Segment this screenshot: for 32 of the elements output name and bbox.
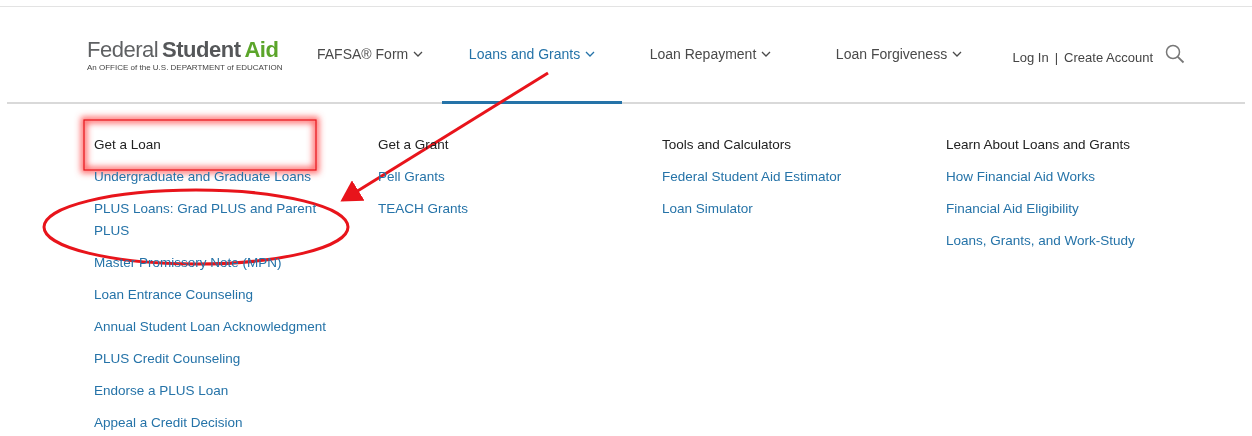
chevron-down-icon	[413, 51, 424, 57]
chevron-down-icon	[585, 51, 596, 57]
menu-link[interactable]: Loan Entrance Counseling	[94, 284, 254, 306]
create-account-link[interactable]: Create Account	[1064, 47, 1153, 68]
menu-link[interactable]: How Financial Aid Works	[946, 166, 1096, 188]
search-icon[interactable]	[1165, 43, 1185, 64]
logo-wordmark: Federal Student Aid	[87, 37, 280, 62]
menu-link[interactable]: Loans, Grants, and Work-Study	[946, 230, 1135, 252]
menu-link[interactable]: Federal Student Aid Estimator	[662, 166, 842, 188]
menu-link[interactable]: Financial Aid Eligibility	[946, 198, 1079, 220]
menu-link[interactable]: PLUS Credit Counseling	[94, 348, 241, 370]
nav-tab[interactable]: FAFSA® Form	[317, 7, 442, 104]
separator: |	[1054, 48, 1059, 67]
chevron-down-icon	[761, 51, 772, 57]
nav-tab[interactable]: Loans and Grants	[442, 7, 622, 104]
nav-tab[interactable]: Loan Forgiveness	[799, 7, 999, 104]
logo-tagline: An OFFICE of the U.S. DEPARTMENT of EDUCATION	[87, 62, 284, 72]
menu-heading: Get a Loan	[94, 136, 161, 154]
logo[interactable]: Federal Student Aid An OFFICE of the U.S. DEPARTMENT of EDUCATION	[87, 7, 307, 102]
menu-link[interactable]: PLUS Loans: Grad PLUS and Parent PLUS	[94, 198, 339, 242]
menu-link[interactable]: Undergraduate and Graduate Loans	[94, 166, 311, 188]
menu-link[interactable]: Annual Student Loan Acknowledgment	[94, 316, 326, 338]
chevron-down-icon	[952, 51, 963, 57]
menu-heading: Tools and Calculators	[662, 136, 792, 154]
menu-link[interactable]: TEACH Grants	[378, 198, 469, 220]
menu-link[interactable]: Endorse a PLUS Loan	[94, 380, 229, 402]
login-link[interactable]: Log In	[1012, 47, 1049, 68]
menu-link[interactable]: Appeal a Credit Decision	[94, 412, 243, 434]
menu-heading: Learn About Loans and Grants	[946, 136, 1130, 154]
nav-tab[interactable]: Loan Repayment	[622, 7, 799, 104]
menu-link[interactable]: Pell Grants	[378, 166, 445, 188]
menu-link[interactable]: Loan Simulator	[662, 198, 753, 220]
